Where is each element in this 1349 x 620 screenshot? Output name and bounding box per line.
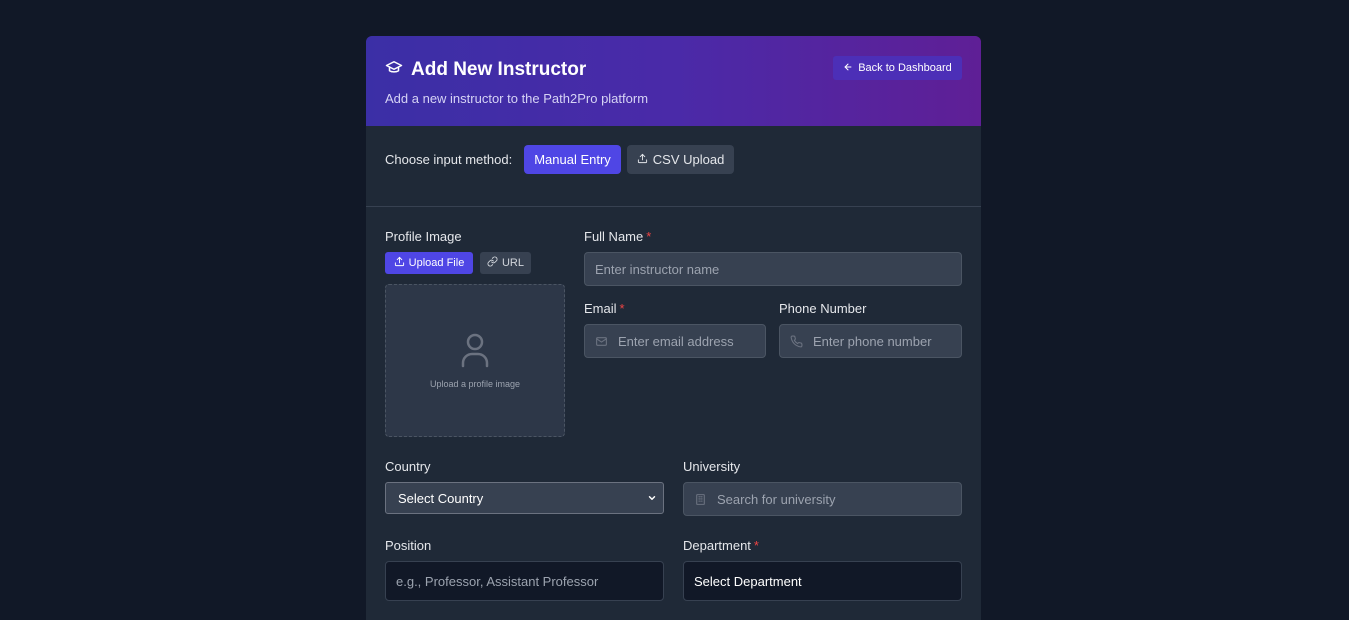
url-label: URL [501, 257, 524, 269]
full-name-placeholder: Enter instructor name [595, 261, 720, 277]
email-input[interactable]: Enter email address [584, 324, 766, 358]
university-label: University [683, 459, 741, 474]
manual-entry-label: Manual Entry [534, 152, 611, 167]
position-label: Position [385, 538, 432, 553]
page-subtitle: Add a new instructor to the Path2Pro pla… [385, 91, 649, 106]
add-instructor-card: Add New Instructor Add a new instructor … [366, 36, 981, 620]
country-selected: Select Country [398, 490, 484, 506]
card-header: Add New Instructor Add a new instructor … [366, 36, 981, 126]
csv-upload-button[interactable]: CSV Upload [626, 145, 735, 174]
country-select[interactable]: Select Country [385, 482, 664, 514]
user-icon [459, 332, 491, 379]
upload-icon [637, 152, 648, 167]
full-name-label: Full Name * [584, 229, 652, 244]
input-method-row: Choose input method: Manual Entry CSV Up… [385, 145, 735, 174]
section-divider [366, 206, 981, 207]
required-mark: * [619, 301, 625, 316]
department-label: Department * [683, 538, 759, 553]
chevron-down-icon [647, 491, 657, 506]
back-to-dashboard-label: Back to Dashboard [858, 62, 952, 74]
required-mark: * [646, 229, 652, 244]
graduation-cap-icon [385, 58, 403, 81]
building-icon [694, 493, 707, 506]
position-input[interactable]: e.g., Professor, Assistant Professor [385, 561, 664, 601]
country-label: Country [385, 459, 431, 474]
input-method-label: Choose input method: [385, 152, 513, 167]
url-button[interactable]: URL [480, 252, 531, 274]
phone-icon [790, 335, 803, 348]
department-selected: Select Department [694, 573, 802, 589]
title-row: Add New Instructor [385, 58, 586, 81]
email-placeholder: Enter email address [618, 333, 734, 349]
upload-file-label: Upload File [408, 257, 465, 269]
university-placeholder: Search for university [717, 491, 836, 507]
required-mark: * [753, 538, 759, 553]
upload-icon [394, 256, 405, 270]
csv-upload-label: CSV Upload [652, 152, 725, 167]
link-icon [487, 256, 498, 270]
profile-image-label: Profile Image [385, 229, 462, 244]
arrow-left-icon [843, 62, 853, 75]
upload-file-button[interactable]: Upload File [385, 252, 473, 274]
position-placeholder: e.g., Professor, Assistant Professor [396, 573, 599, 589]
phone-input[interactable]: Enter phone number [779, 324, 962, 358]
email-label: Email * [584, 301, 625, 316]
dropzone-text: Upload a profile image [429, 379, 521, 389]
phone-placeholder: Enter phone number [813, 333, 932, 349]
department-select[interactable]: Select Department [683, 561, 962, 601]
full-name-input[interactable]: Enter instructor name [584, 252, 962, 286]
page-title: Add New Instructor [411, 58, 587, 80]
mail-icon [595, 335, 608, 348]
phone-label: Phone Number [779, 301, 867, 316]
manual-entry-button[interactable]: Manual Entry [524, 145, 621, 174]
back-to-dashboard-button[interactable]: Back to Dashboard [833, 56, 962, 80]
university-search-input[interactable]: Search for university [683, 482, 962, 516]
profile-image-dropzone[interactable]: Upload a profile image [385, 284, 565, 437]
